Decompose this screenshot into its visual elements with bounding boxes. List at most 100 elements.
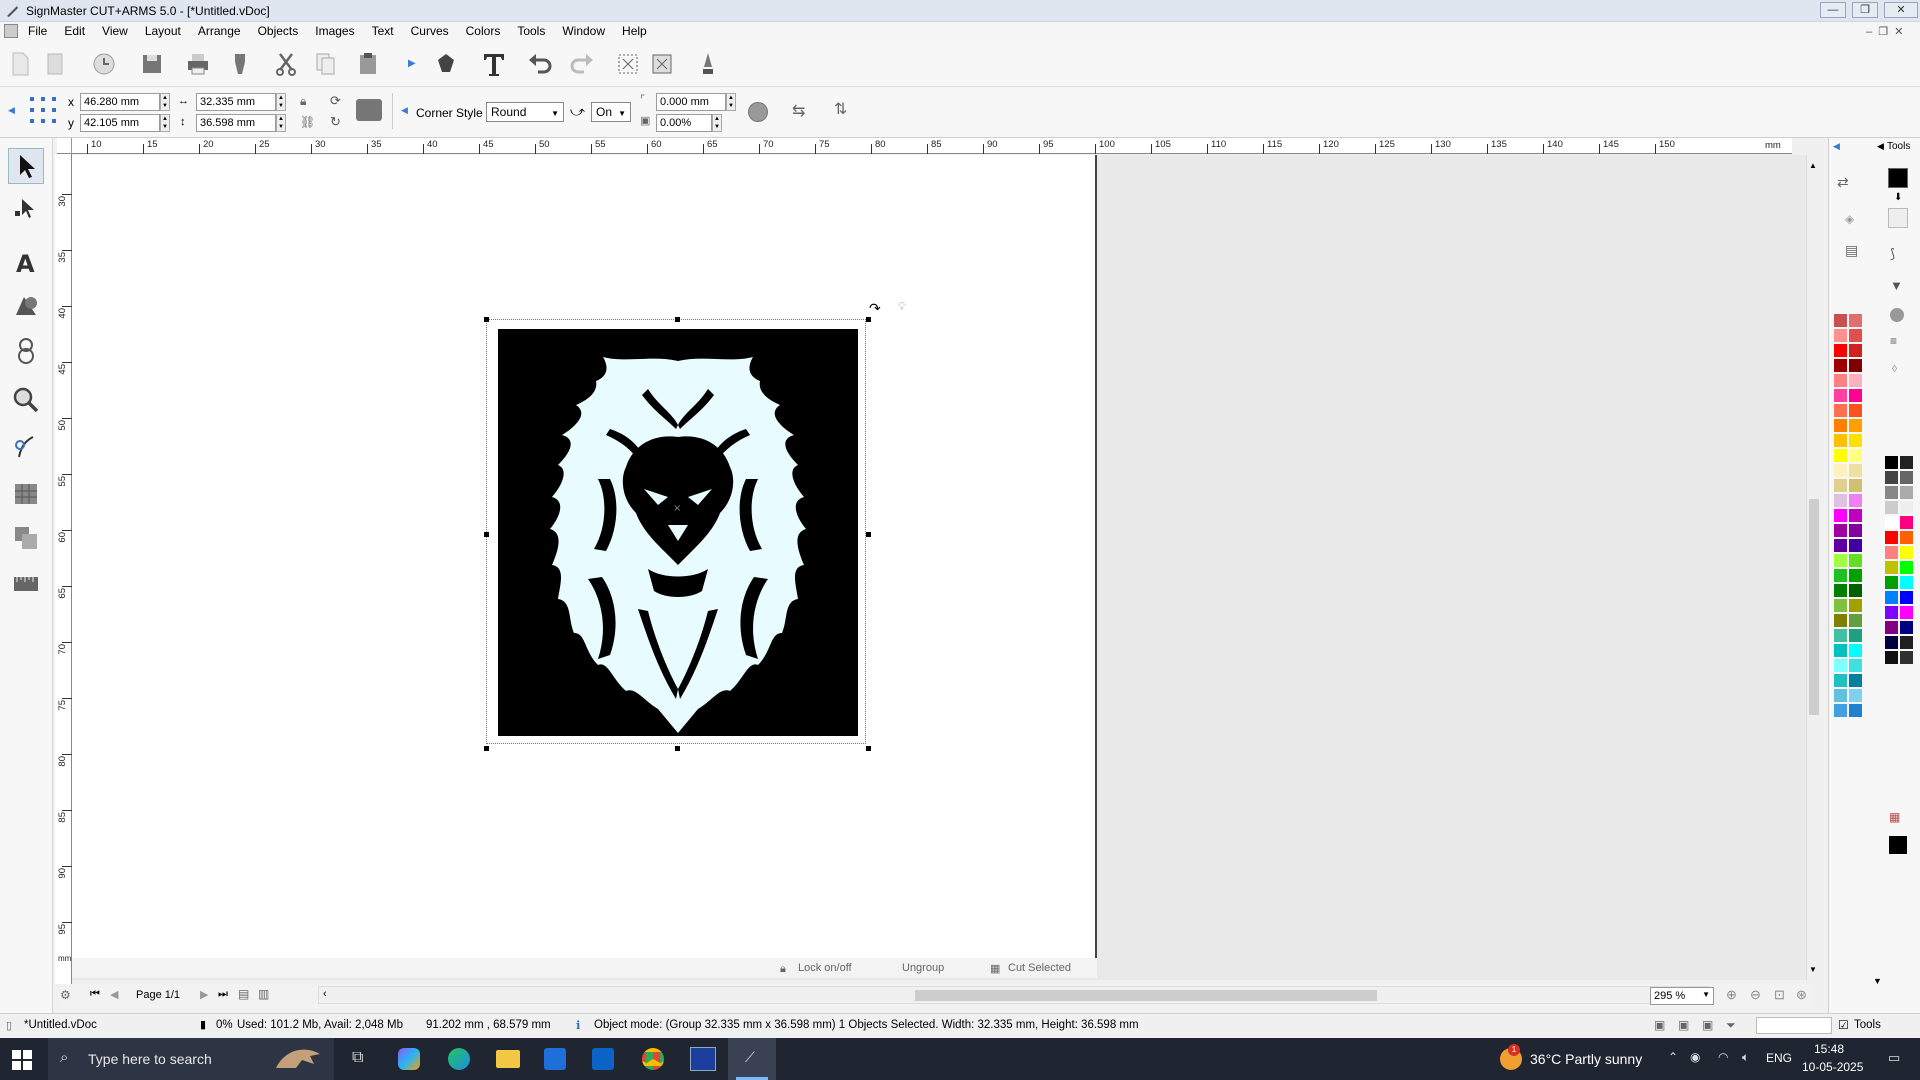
flip-vertical-icon[interactable]: ⇅ [834, 99, 847, 119]
palette-swatch[interactable] [1834, 494, 1847, 507]
rotate-handle-icon[interactable]: ↷ [869, 300, 881, 317]
palette-swatch[interactable] [1849, 704, 1862, 717]
drawing-canvas[interactable]: ↷ 💡︎ × ▲ ▼ 🔒︎ Lock on/off Ungroup ▦ Cut … [72, 155, 1820, 980]
file-explorer-icon[interactable] [496, 1050, 520, 1068]
palette-swatch[interactable] [1900, 501, 1913, 514]
zoom-fit-icon[interactable]: ⊡ [1774, 987, 1785, 1003]
horizontal-scroll-thumb[interactable] [915, 990, 1377, 1001]
circle-icon[interactable] [748, 102, 768, 122]
print-icon[interactable] [182, 48, 214, 80]
palette-swatch[interactable] [1900, 471, 1913, 484]
cut-selected-button[interactable]: Cut Selected [1008, 962, 1071, 974]
palette-swatch[interactable] [1849, 389, 1862, 402]
circle-fill-icon[interactable] [1890, 308, 1904, 322]
palette-swatch[interactable] [1849, 554, 1862, 567]
palette-swatch[interactable] [1900, 636, 1913, 649]
new-document-icon[interactable] [4, 48, 36, 80]
palette-swatch[interactable] [1900, 546, 1913, 559]
fill-color-swatch[interactable] [1888, 168, 1908, 188]
handle-mr[interactable] [866, 532, 871, 537]
scroll-down-icon[interactable]: ▼ [1809, 965, 1817, 974]
palette-swatch[interactable] [1834, 689, 1847, 702]
palette-swatch[interactable] [1849, 599, 1862, 612]
horizontal-scrollbar[interactable]: ‹ › [318, 986, 1710, 1004]
close-button[interactable]: ✕ [1884, 2, 1918, 18]
collapse-corner-icon[interactable]: ◀ [401, 105, 408, 116]
lines-icon[interactable]: ≡ [1890, 334, 1897, 348]
menu-arrange[interactable]: Arrange [189, 22, 249, 38]
collapse-arrow-icon[interactable]: ◀ [8, 105, 15, 116]
palette-swatch[interactable] [1834, 374, 1847, 387]
view-mode-icon-3[interactable]: ▣ [1702, 1018, 1713, 1032]
palette-swatch[interactable] [1849, 449, 1862, 462]
palette-swatch[interactable] [1834, 569, 1847, 582]
rotate-icon[interactable]: ⟳ [330, 93, 341, 109]
copy-icon[interactable] [310, 48, 342, 80]
notification-icon[interactable]: ▭ [1888, 1050, 1900, 1066]
palette-swatch[interactable] [1849, 614, 1862, 627]
palette-scroll-down-icon[interactable]: ▼ [1873, 976, 1882, 986]
palette-swatch[interactable] [1849, 569, 1862, 582]
outlook-icon[interactable] [592, 1048, 614, 1070]
palette-swatch[interactable] [1885, 531, 1898, 544]
palette-swatch[interactable] [1885, 456, 1898, 469]
refresh-icon[interactable]: ↻ [330, 114, 341, 130]
palette-swatch[interactable] [1900, 531, 1913, 544]
ungroup-button[interactable]: Ungroup [902, 962, 944, 974]
menu-help[interactable]: Help [613, 22, 655, 38]
zoom-select[interactable]: 295 % ▼ [1650, 987, 1714, 1005]
palette-swatch[interactable] [1834, 434, 1847, 447]
corner-toggle-select[interactable]: On ▼ [591, 102, 631, 122]
palette-swatch[interactable] [1834, 404, 1847, 417]
palette-swatch[interactable] [1849, 644, 1862, 657]
radius-spinner[interactable]: ▲ ▼ [726, 93, 736, 111]
handle-br[interactable] [866, 746, 871, 751]
layers-icon[interactable]: ▤ [1845, 242, 1858, 259]
scroll-up-icon[interactable]: ▲ [1809, 161, 1817, 170]
palette-swatch[interactable] [1834, 509, 1847, 522]
menu-view[interactable]: View [93, 22, 136, 38]
palette-swatch[interactable] [1849, 404, 1862, 417]
menu-file[interactable]: File [19, 22, 55, 38]
task-view-icon[interactable]: ⧉ [352, 1049, 363, 1067]
weed-lines-icon[interactable] [646, 48, 678, 80]
palette-swatch[interactable] [1849, 674, 1862, 687]
weed-border-icon[interactable] [612, 48, 644, 80]
handle-tl[interactable] [484, 317, 489, 322]
palette-swatch[interactable] [1885, 576, 1898, 589]
last-page-icon[interactable]: ⏭︎ [218, 988, 228, 1001]
palette-swatch[interactable] [1834, 329, 1847, 342]
palette-swatch[interactable] [1849, 659, 1862, 672]
view-mode-icon-1[interactable]: ▣ [1654, 1018, 1665, 1032]
palette-swatch[interactable] [1885, 606, 1898, 619]
x-spinner[interactable]: ▲ ▼ [160, 93, 170, 111]
palette-swatch[interactable] [1834, 479, 1847, 492]
palette-swatch[interactable] [1885, 546, 1898, 559]
menu-text[interactable]: Text [363, 22, 402, 38]
palette-swatch[interactable] [1834, 464, 1847, 477]
lock-ratio-icon[interactable]: 🔒︎ [300, 94, 306, 109]
copilot-icon[interactable] [398, 1048, 420, 1070]
panel-collapse-left-icon[interactable]: ◀ [1833, 141, 1840, 152]
palette-swatch[interactable] [1834, 419, 1847, 432]
palette-swatch[interactable] [1849, 479, 1862, 492]
palette-swatch[interactable] [1900, 591, 1913, 604]
clock-date[interactable]: 10-05-2025 [1802, 1060, 1863, 1074]
height-field[interactable]: 36.598 mm [196, 114, 276, 132]
outline-color-swatch[interactable] [1888, 208, 1908, 228]
palette-swatch[interactable] [1834, 614, 1847, 627]
open-template-icon[interactable] [40, 48, 72, 80]
color-palette-main[interactable] [1834, 314, 1864, 974]
status-field[interactable] [1756, 1017, 1832, 1034]
weld-tool-icon[interactable] [8, 520, 44, 556]
cut-icon[interactable] [270, 48, 302, 80]
palette-swatch[interactable] [1834, 524, 1847, 537]
palette-swatch[interactable] [1849, 509, 1862, 522]
add-page-icon[interactable]: ▤ [238, 987, 249, 1001]
percent-spinner[interactable]: ▲ ▼ [712, 114, 722, 132]
undo-icon[interactable] [524, 48, 556, 80]
contour-icon[interactable] [692, 48, 724, 80]
bucket-icon[interactable]: ▼ [1890, 278, 1903, 293]
palette-swatch[interactable] [1849, 359, 1862, 372]
palette-swatch[interactable] [1849, 374, 1862, 387]
